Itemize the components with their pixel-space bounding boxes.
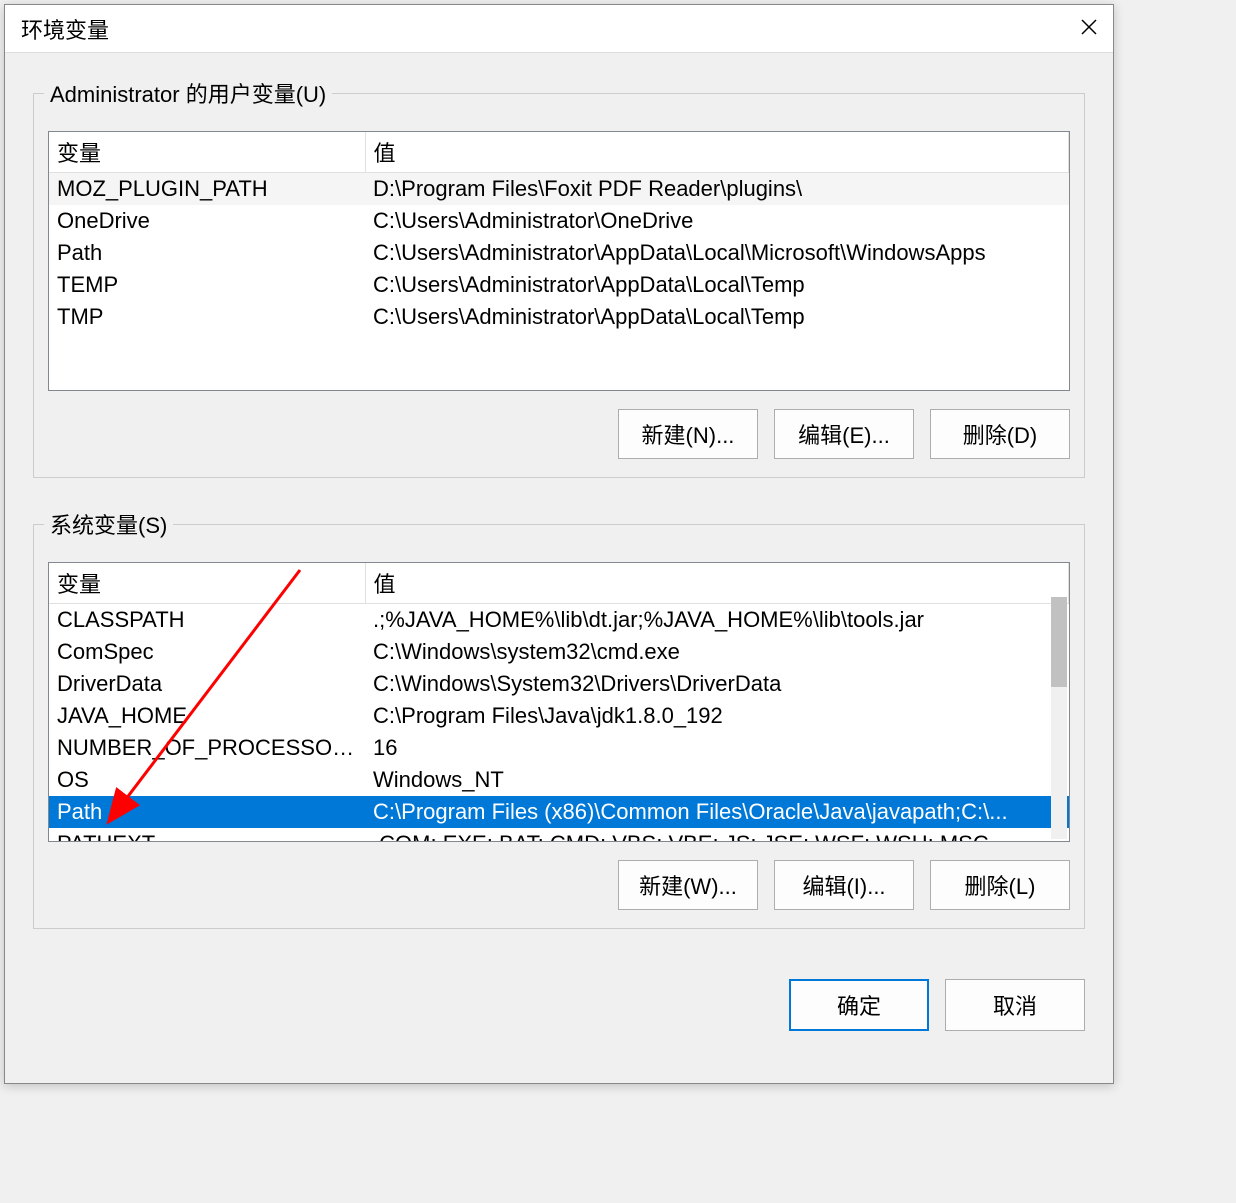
close-icon [1080,16,1098,42]
table-row[interactable]: TMPC:\Users\Administrator\AppData\Local\… [49,301,1069,333]
user-new-button[interactable]: 新建(N)... [618,409,758,459]
var-name-cell: TEMP [49,269,365,301]
var-value-cell: C:\Users\Administrator\AppData\Local\Tem… [365,269,1068,301]
table-row[interactable]: PathC:\Program Files (x86)\Common Files\… [49,796,1069,828]
system-variables-group: 系统变量(S) 变量 值 CLASSPATH.;%JAVA_HOME%\lib\… [33,508,1085,929]
var-name-cell: NUMBER_OF_PROCESSORS [49,732,365,764]
var-name-cell: Path [49,237,365,269]
var-name-cell: JAVA_HOME [49,700,365,732]
environment-variables-dialog: 环境变量 Administrator 的用户变量(U) 变量 值 [4,4,1114,1084]
ok-button[interactable]: 确定 [789,979,929,1031]
var-name-cell: PATHEXT [49,828,365,842]
titlebar: 环境变量 [5,5,1113,53]
table-row[interactable]: OSWindows_NT [49,764,1069,796]
var-value-cell: 16 [365,732,1068,764]
user-col-name[interactable]: 变量 [49,132,365,173]
user-variables-group: Administrator 的用户变量(U) 变量 值 MOZ_PLUGIN_P… [33,77,1085,478]
var-name-cell: OS [49,764,365,796]
system-scrollbar[interactable] [1051,597,1067,839]
var-value-cell: C:\Users\Administrator\AppData\Local\Tem… [365,301,1068,333]
scrollbar-thumb[interactable] [1051,597,1067,687]
var-name-cell: MOZ_PLUGIN_PATH [49,173,365,206]
user-variables-table-container: 变量 值 MOZ_PLUGIN_PATHD:\Program Files\Fox… [48,131,1070,391]
var-value-cell: C:\Users\Administrator\OneDrive [365,205,1068,237]
var-name-cell: CLASSPATH [49,604,365,637]
system-variables-table-container: 变量 值 CLASSPATH.;%JAVA_HOME%\lib\dt.jar;%… [48,562,1070,842]
var-value-cell: C:\Program Files (x86)\Common Files\Orac… [365,796,1068,828]
table-row[interactable]: DriverDataC:\Windows\System32\Drivers\Dr… [49,668,1069,700]
table-row[interactable]: PathC:\Users\Administrator\AppData\Local… [49,237,1069,269]
user-variables-table[interactable]: 变量 值 MOZ_PLUGIN_PATHD:\Program Files\Fox… [49,132,1069,333]
close-button[interactable] [1065,5,1113,53]
var-value-cell: C:\Windows\system32\cmd.exe [365,636,1068,668]
var-value-cell: C:\Windows\System32\Drivers\DriverData [365,668,1068,700]
var-name-cell: ComSpec [49,636,365,668]
user-delete-button[interactable]: 删除(D) [930,409,1070,459]
sys-col-value[interactable]: 值 [365,563,1068,604]
user-edit-button[interactable]: 编辑(E)... [774,409,914,459]
user-col-value[interactable]: 值 [365,132,1068,173]
table-row[interactable]: JAVA_HOMEC:\Program Files\Java\jdk1.8.0_… [49,700,1069,732]
system-variables-legend: 系统变量(S) [44,508,173,540]
system-new-button[interactable]: 新建(W)... [618,860,758,910]
user-variables-legend: Administrator 的用户变量(U) [44,77,332,109]
var-value-cell: D:\Program Files\Foxit PDF Reader\plugin… [365,173,1068,206]
dialog-title: 环境变量 [21,13,109,45]
table-row[interactable]: TEMPC:\Users\Administrator\AppData\Local… [49,269,1069,301]
table-row[interactable]: OneDriveC:\Users\Administrator\OneDrive [49,205,1069,237]
system-edit-button[interactable]: 编辑(I)... [774,860,914,910]
system-delete-button[interactable]: 删除(L) [930,860,1070,910]
var-value-cell: C:\Users\Administrator\AppData\Local\Mic… [365,237,1068,269]
var-value-cell: C:\Program Files\Java\jdk1.8.0_192 [365,700,1068,732]
var-value-cell: .COM;.EXE;.BAT;.CMD;.VBS;.VBE;.JS;.JSE;.… [365,828,1068,842]
table-row[interactable]: ComSpecC:\Windows\system32\cmd.exe [49,636,1069,668]
var-value-cell: Windows_NT [365,764,1068,796]
system-variables-table[interactable]: 变量 值 CLASSPATH.;%JAVA_HOME%\lib\dt.jar;%… [49,563,1069,842]
var-name-cell: OneDrive [49,205,365,237]
table-row[interactable]: PATHEXT.COM;.EXE;.BAT;.CMD;.VBS;.VBE;.JS… [49,828,1069,842]
cancel-button[interactable]: 取消 [945,979,1085,1031]
var-name-cell: DriverData [49,668,365,700]
table-row[interactable]: MOZ_PLUGIN_PATHD:\Program Files\Foxit PD… [49,173,1069,206]
table-row[interactable]: CLASSPATH.;%JAVA_HOME%\lib\dt.jar;%JAVA_… [49,604,1069,637]
sys-col-name[interactable]: 变量 [49,563,365,604]
var-value-cell: .;%JAVA_HOME%\lib\dt.jar;%JAVA_HOME%\lib… [365,604,1068,637]
table-row[interactable]: NUMBER_OF_PROCESSORS16 [49,732,1069,764]
var-name-cell: TMP [49,301,365,333]
var-name-cell: Path [49,796,365,828]
